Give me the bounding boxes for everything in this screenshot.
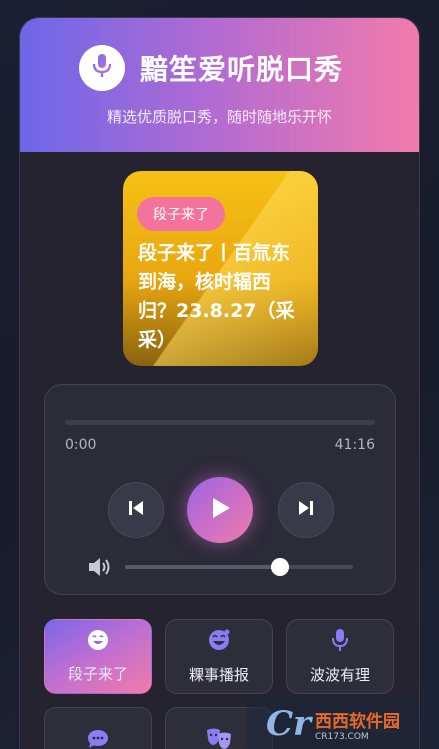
- total-time: 41:16: [334, 437, 375, 453]
- app-title: 黯笙爱听脱口秀: [140, 53, 344, 86]
- skip-next-icon: [297, 499, 315, 521]
- app-card: 黯笙爱听脱口秀 精选优质脱口秀，随时随地乐开怀 段子来了 段子来了丨百氚东到海，…: [19, 17, 420, 749]
- player-panel: 0:00 41:16: [44, 384, 396, 595]
- category-label: 粿事播报: [188, 666, 249, 684]
- watermark-sub: CR173.COM: [314, 731, 369, 742]
- skip-previous-icon: [127, 499, 145, 521]
- laugh-icon: [207, 628, 231, 656]
- volume-icon[interactable]: [87, 556, 113, 582]
- watermark-logo: Cr: [266, 704, 311, 744]
- album-cover: 段子来了 段子来了丨百氚东到海，核时辐西归？23.8.27（采采）: [123, 171, 318, 366]
- watermark-text: 西西软件园: [314, 711, 400, 732]
- track-title: 段子来了丨百氚东到海，核时辐西归？23.8.27（采采）: [138, 242, 295, 351]
- progress-bar[interactable]: [65, 420, 375, 425]
- previous-button[interactable]: [108, 482, 164, 538]
- smile-icon: [87, 629, 109, 655]
- microphone-icon: [331, 628, 349, 656]
- current-time: 0:00: [65, 437, 97, 453]
- category-tag: 段子来了: [137, 197, 225, 231]
- category-label: 波波有理: [309, 666, 370, 684]
- category-label: 段子来了: [67, 665, 128, 683]
- app-subtitle: 精选优质脱口秀，随时随地乐开怀: [106, 108, 332, 126]
- category-button-2[interactable]: 粿事播报: [165, 619, 273, 694]
- category-button-4[interactable]: [44, 707, 152, 749]
- play-button[interactable]: [187, 477, 253, 543]
- category-button-3[interactable]: 波波有理: [286, 619, 394, 694]
- microphone-icon: [91, 53, 113, 83]
- category-button-1[interactable]: 段子来了: [44, 619, 152, 694]
- app-logo: [79, 45, 125, 91]
- volume-slider[interactable]: [125, 558, 353, 576]
- volume-knob[interactable]: [271, 558, 290, 576]
- theater-masks-icon: [205, 727, 233, 749]
- site-watermark: Cr 西西软件园 CR173.COM: [247, 699, 419, 749]
- chat-bubble-icon: [86, 728, 110, 749]
- header: 黯笙爱听脱口秀 精选优质脱口秀，随时随地乐开怀: [20, 18, 419, 152]
- play-icon: [209, 496, 231, 524]
- next-button[interactable]: [278, 482, 334, 538]
